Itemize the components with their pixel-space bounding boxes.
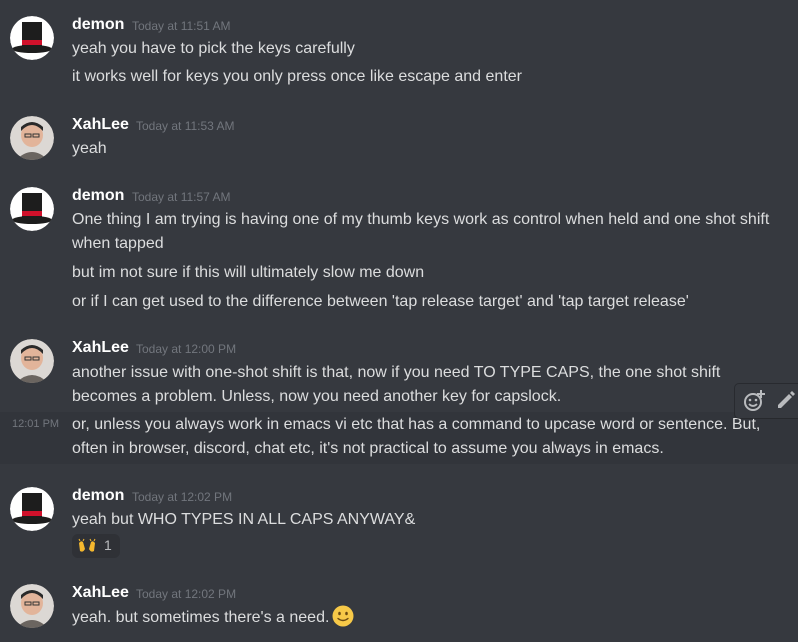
message-author[interactable]: XahLee bbox=[72, 339, 129, 357]
message-timestamp: Today at 11:53 AM bbox=[136, 119, 235, 133]
message-actions-toolbar bbox=[735, 384, 798, 418]
top-hat-avatar[interactable] bbox=[10, 487, 54, 531]
hover-timestamp: 12:01 PM bbox=[12, 418, 60, 430]
message-timestamp: Today at 11:51 AM bbox=[132, 19, 231, 33]
user-photo-avatar[interactable] bbox=[10, 584, 54, 628]
message-author[interactable]: XahLee bbox=[72, 116, 129, 134]
message-text: yeah you have to pick the keys carefully bbox=[72, 40, 355, 57]
message-timestamp: Today at 12:02 PM bbox=[136, 587, 237, 601]
message-text-row: yeah. but sometimes there's a need. bbox=[72, 605, 794, 630]
user-photo-avatar[interactable] bbox=[10, 116, 54, 160]
message-timestamp: Today at 11:57 AM bbox=[132, 190, 231, 204]
slightly-smiling-face-emoji bbox=[332, 605, 354, 627]
message-text: another issue with one-shot shift is tha… bbox=[72, 364, 721, 381]
reaction-count: 1 bbox=[104, 537, 112, 553]
message-text: it works well for keys you only press on… bbox=[72, 68, 522, 85]
message-author[interactable]: demon bbox=[72, 16, 124, 34]
message-author[interactable]: XahLee bbox=[72, 584, 129, 602]
message-text: or if I can get used to the difference b… bbox=[72, 293, 689, 310]
message-text: One thing I am trying is having one of m… bbox=[72, 211, 770, 228]
top-hat-avatar[interactable] bbox=[10, 187, 54, 231]
message-timestamp: Today at 12:02 PM bbox=[132, 490, 233, 504]
message-text: but im not sure if this will ultimately … bbox=[72, 264, 425, 281]
top-hat-avatar[interactable] bbox=[10, 16, 54, 60]
message-text: yeah but WHO TYPES IN ALL CAPS ANYWAY& bbox=[72, 511, 416, 528]
message-text: or, unless you always work in emacs vi e… bbox=[72, 416, 761, 433]
message-text: when tapped bbox=[72, 235, 164, 252]
raised-hands-emoji bbox=[78, 538, 96, 552]
message-text: becomes a problem. Unless, now you need … bbox=[72, 388, 562, 405]
edit-pencil-icon[interactable] bbox=[773, 388, 798, 414]
message-text: often in browser, discord, chat etc, it'… bbox=[72, 440, 664, 457]
message-timestamp: Today at 12:00 PM bbox=[136, 342, 237, 356]
message-text: yeah bbox=[72, 140, 107, 157]
user-photo-avatar[interactable] bbox=[10, 339, 54, 383]
message-author[interactable]: demon bbox=[72, 187, 124, 205]
add-reaction-icon[interactable] bbox=[741, 388, 767, 414]
message-author[interactable]: demon bbox=[72, 487, 124, 505]
message-text: yeah. but sometimes there's a need. bbox=[72, 609, 330, 626]
reaction-button[interactable]: 1 bbox=[72, 534, 120, 558]
